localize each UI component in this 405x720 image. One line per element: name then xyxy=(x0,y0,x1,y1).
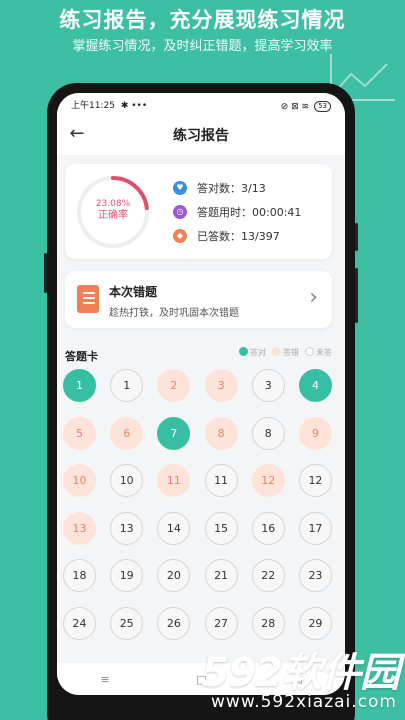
phone-frame: 上午11:25 ✱ ••• ⊘ ⊠ ≋ 53 ← 练习报告 23.08% 正确率… xyxy=(44,83,358,720)
question-bubble[interactable]: 12 xyxy=(251,464,285,497)
accuracy-percent: 23.08% xyxy=(95,199,131,209)
status-extra: ✱ ••• xyxy=(120,101,148,111)
question-bubble[interactable]: 26 xyxy=(157,606,191,640)
question-bubble[interactable]: 18 xyxy=(63,559,96,592)
question-grid: 1 1 2 3 3 4 5 6 7 8 8 9 10 10 11 11 12 12 13 13 14 15 16 17 18 19… xyxy=(63,369,339,640)
question-bubble[interactable]: 12 xyxy=(298,464,332,497)
stat-answered: ◆ 已答数：13/397 xyxy=(173,228,280,244)
legend: 答对 答错 未答 xyxy=(239,347,332,358)
answer-card-label: 答题卡 xyxy=(65,350,98,363)
question-bubble[interactable]: 19 xyxy=(110,559,144,592)
phone-side-button xyxy=(355,268,358,323)
status-time: 上午11:25 xyxy=(71,101,115,111)
question-bubble[interactable]: 1 xyxy=(63,369,96,402)
answer-card-header: 答题卡 答对 答错 未答 xyxy=(65,345,332,363)
wrong-card-title: 本次错题 xyxy=(109,285,158,299)
clock-icon: ◷ xyxy=(173,205,187,219)
watermark-logo: 592软件园 xyxy=(201,650,400,696)
question-bubble[interactable]: 13 xyxy=(63,511,96,545)
page-title: 练习报告 xyxy=(173,128,229,144)
stat-time: ◷ 答题用时：00:00:41 xyxy=(173,204,301,220)
question-bubble[interactable]: 4 xyxy=(298,369,332,402)
question-bubble[interactable]: 3 xyxy=(204,369,238,402)
question-bubble[interactable]: 25 xyxy=(110,606,144,640)
stat-time-text: 答题用时：00:00:41 xyxy=(197,206,302,219)
question-bubble[interactable]: 24 xyxy=(63,606,96,640)
stat-correct-text: 答对数：3/13 xyxy=(197,182,266,195)
question-bubble[interactable]: 8 xyxy=(251,416,285,450)
phone-side-button xyxy=(44,253,47,293)
legend-wrong: 答错 xyxy=(272,347,299,358)
question-bubble[interactable]: 29 xyxy=(298,606,332,640)
chevron-right-icon: › xyxy=(309,285,318,310)
accuracy-label: 正确率 xyxy=(98,210,128,221)
question-bubble[interactable]: 28 xyxy=(251,606,285,640)
stat-correct: ♥ 答对数：3/13 xyxy=(173,180,266,196)
question-bubble[interactable]: 21 xyxy=(204,559,238,592)
question-bubble[interactable]: 1 xyxy=(110,369,144,402)
question-bubble[interactable]: 5 xyxy=(63,416,96,450)
question-bubble[interactable]: 7 xyxy=(157,416,191,450)
question-bubble[interactable]: 9 xyxy=(298,416,332,450)
watermark-url: www.592xiazai.com xyxy=(211,692,397,712)
question-bubble[interactable]: 2 xyxy=(157,369,191,402)
status-icons: ⊘ ⊠ ≋ xyxy=(280,101,310,112)
wrong-card-subtitle: 趁热打铁，及时巩固本次错题 xyxy=(109,308,239,319)
question-bubble[interactable]: 8 xyxy=(204,416,238,450)
tag-icon: ◆ xyxy=(173,229,187,243)
question-bubble[interactable]: 16 xyxy=(251,511,285,545)
stat-answered-text: 已答数：13/397 xyxy=(197,230,280,243)
question-bubble[interactable]: 10 xyxy=(110,464,144,497)
phone-side-button xyxy=(355,223,358,251)
question-bubble[interactable]: 14 xyxy=(157,511,191,545)
nav-bar: ← 练习报告 xyxy=(57,115,345,155)
question-bubble[interactable]: 20 xyxy=(157,559,191,592)
phone-screen: 上午11:25 ✱ ••• ⊘ ⊠ ≋ 53 ← 练习报告 23.08% 正确率… xyxy=(57,93,345,695)
question-bubble[interactable]: 3 xyxy=(251,369,285,402)
back-arrow-icon[interactable]: ← xyxy=(65,123,89,147)
question-bubble[interactable]: 15 xyxy=(204,511,238,545)
notebook-icon xyxy=(77,285,99,313)
battery-icon: 53 xyxy=(314,101,331,112)
watermark: 592软件园 www.592xiazai.com xyxy=(198,640,405,720)
question-bubble[interactable]: 23 xyxy=(298,559,332,592)
question-bubble[interactable]: 11 xyxy=(204,464,238,497)
question-bubble[interactable]: 11 xyxy=(157,464,191,497)
question-bubble[interactable]: 17 xyxy=(298,511,332,545)
question-bubble[interactable]: 22 xyxy=(251,559,285,592)
legend-correct: 答对 xyxy=(239,347,266,358)
legend-unanswered: 未答 xyxy=(305,347,332,358)
question-bubble[interactable]: 10 xyxy=(63,464,96,497)
wrong-questions-card[interactable]: 本次错题 趁热打铁，及时巩固本次错题 › xyxy=(65,271,332,328)
stats-card: 23.08% 正确率 ♥ 答对数：3/13 ◷ 答题用时：00:00:41 ◆ … xyxy=(65,164,332,259)
heart-icon: ♥ xyxy=(173,181,187,195)
question-bubble[interactable]: 27 xyxy=(204,606,238,640)
status-bar: 上午11:25 ✱ ••• ⊘ ⊠ ≋ 53 xyxy=(57,93,345,115)
question-bubble[interactable]: 13 xyxy=(110,511,144,545)
menu-icon[interactable]: ≡ xyxy=(100,673,109,686)
question-bubble[interactable]: 6 xyxy=(110,416,144,450)
promo-title: 练习报告，充分展现练习情况 xyxy=(59,8,346,32)
